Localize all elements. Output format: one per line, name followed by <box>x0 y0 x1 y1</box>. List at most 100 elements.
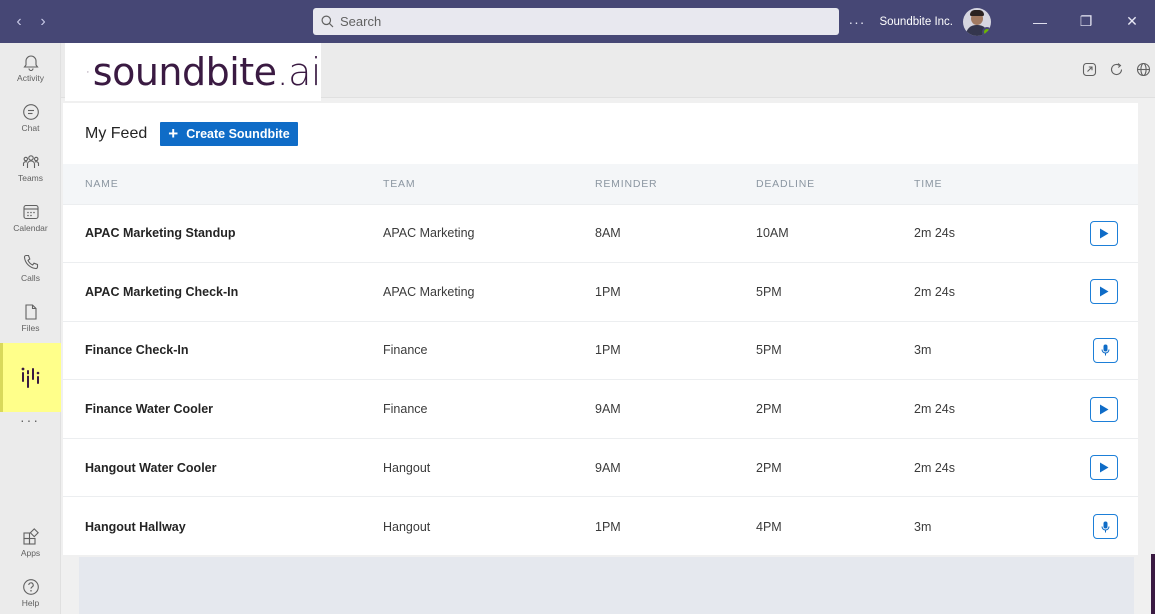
table-header-row: NAME TEAM REMINDER DEADLINE TIME <box>63 164 1138 204</box>
forward-button[interactable]: › <box>38 13 48 31</box>
rail-item-help[interactable]: Help <box>0 568 61 614</box>
play-button[interactable] <box>1090 455 1118 481</box>
soundbite-team: APAC Marketing <box>383 226 475 241</box>
soundbite-icon <box>21 367 39 388</box>
rail-label: Chat <box>21 123 40 133</box>
soundbite-deadline: 4PM <box>756 519 782 534</box>
logo-wordmark: soundbite.ai <box>93 50 322 94</box>
feed-header: My Feed + Create Soundbite <box>63 103 1138 164</box>
rail-item-teams[interactable]: Teams <box>0 143 61 193</box>
search-input[interactable]: Search <box>313 8 839 35</box>
column-header-time[interactable]: TIME <box>914 164 1090 204</box>
bell-icon <box>22 55 39 71</box>
teams-icon <box>22 155 39 168</box>
table-row[interactable]: Hangout Hallway Hangout 1PM 4PM 3m <box>63 496 1138 556</box>
rail-item-activity[interactable]: Activity <box>0 43 61 93</box>
soundbite-reminder: 1PM <box>595 519 621 534</box>
logo-text-ai: .ai <box>276 50 322 94</box>
search-placeholder: Search <box>340 14 382 29</box>
app-content: soundbite.ai My Feed + Create Soundbite … <box>61 43 1155 614</box>
soundbite-logo: soundbite.ai <box>65 43 322 101</box>
play-button[interactable] <box>1090 279 1118 305</box>
table-row[interactable]: APAC Marketing Check-In APAC Marketing 1… <box>63 262 1138 322</box>
soundbite-time: 2m 24s <box>914 226 955 241</box>
maximize-button[interactable]: ❐ <box>1063 0 1109 43</box>
file-icon <box>24 304 37 320</box>
soundbite-name[interactable]: Hangout Water Cooler <box>63 438 383 497</box>
rail-item-chat[interactable]: Chat <box>0 93 61 143</box>
apps-icon <box>22 528 39 545</box>
column-header-action <box>1090 164 1138 204</box>
feed-table: NAME TEAM REMINDER DEADLINE TIME APAC Ma… <box>63 164 1138 556</box>
soundbite-action-cell <box>1090 438 1138 497</box>
more-apps-icon[interactable]: ··· <box>0 412 60 438</box>
soundbite-reminder: 8AM <box>595 226 621 241</box>
soundbite-reminder: 9AM <box>595 402 621 417</box>
table-row[interactable]: Finance Check-In Finance 1PM 5PM 3m <box>63 321 1138 380</box>
popout-icon[interactable] <box>1082 62 1097 77</box>
soundbite-action-cell <box>1090 497 1138 556</box>
soundbite-time: 3m <box>914 519 932 534</box>
rail-item-apps[interactable]: Apps <box>0 518 61 568</box>
soundbite-time: 2m 24s <box>914 402 955 417</box>
soundbite-deadline: 10AM <box>756 226 789 241</box>
rail-item-soundbite[interactable] <box>0 343 61 412</box>
feed-panel: My Feed + Create Soundbite NAME TEAM REM… <box>63 103 1138 555</box>
globe-icon[interactable] <box>1136 62 1151 77</box>
soundbite-reminder: 1PM <box>595 284 621 299</box>
create-soundbite-button[interactable]: + Create Soundbite <box>160 121 298 146</box>
soundbite-reminder: 1PM <box>595 343 621 358</box>
back-button[interactable]: ‹ <box>14 13 24 31</box>
org-name[interactable]: Soundbite Inc. <box>879 16 953 28</box>
table-row[interactable]: APAC Marketing Standup APAC Marketing 8A… <box>63 204 1138 263</box>
phone-icon <box>23 254 38 270</box>
soundbite-deadline: 5PM <box>756 284 782 299</box>
record-button[interactable] <box>1093 514 1118 540</box>
column-header-reminder[interactable]: REMINDER <box>595 164 756 204</box>
rail-item-calendar[interactable]: Calendar <box>0 193 61 243</box>
column-header-team[interactable]: TEAM <box>383 164 595 204</box>
soundbite-time: 2m 24s <box>914 284 955 299</box>
rail-label: Apps <box>20 548 41 558</box>
soundbite-name[interactable]: Finance Water Cooler <box>63 380 383 439</box>
rail-item-files[interactable]: Files <box>0 293 61 343</box>
soundbite-team: Hangout <box>383 460 431 475</box>
play-button[interactable] <box>1090 396 1118 422</box>
microphone-icon <box>1101 521 1110 533</box>
plus-icon: + <box>168 124 179 143</box>
title-right-controls: ··· Soundbite Inc. — ❐ ✕ <box>848 0 1155 43</box>
rail-label: Files <box>21 323 40 333</box>
rail-label: Activity <box>17 73 44 83</box>
soundbite-team: Hangout <box>383 519 431 534</box>
play-button[interactable] <box>1090 220 1118 246</box>
table-row[interactable]: Hangout Water Cooler Hangout 9AM 2PM 2m … <box>63 438 1138 497</box>
close-button[interactable]: ✕ <box>1109 0 1155 43</box>
soundbite-name[interactable]: APAC Marketing Standup <box>63 204 383 263</box>
soundbite-name[interactable]: APAC Marketing Check-In <box>63 263 383 322</box>
column-header-deadline[interactable]: DEADLINE <box>756 164 914 204</box>
record-button[interactable] <box>1093 337 1118 363</box>
app-rail: Activity Chat Teams Calendar Calls Files… <box>0 43 61 614</box>
soundbite-deadline: 5PM <box>756 343 782 358</box>
rail-label: Calendar <box>13 223 48 233</box>
soundbite-deadline: 2PM <box>756 402 782 417</box>
header-actions <box>1082 62 1151 77</box>
soundbite-action-cell <box>1090 263 1138 322</box>
table-row[interactable]: Finance Water Cooler Finance 9AM 2PM 2m … <box>63 379 1138 439</box>
soundbite-name[interactable]: Finance Check-In <box>63 321 383 380</box>
play-icon <box>1100 404 1109 415</box>
refresh-icon[interactable] <box>1109 62 1124 77</box>
play-icon <box>1100 286 1109 297</box>
scrollbar-thumb[interactable] <box>1151 554 1155 614</box>
avatar[interactable] <box>963 7 991 36</box>
column-header-name[interactable]: NAME <box>63 164 383 204</box>
app-header: soundbite.ai <box>61 43 1155 101</box>
soundbite-name[interactable]: Hangout Hallway <box>63 497 383 556</box>
minimize-button[interactable]: — <box>1017 0 1063 43</box>
rail-item-calls[interactable]: Calls <box>0 243 61 293</box>
history-nav: ‹ › <box>14 13 48 31</box>
title-bar: ‹ › Search ··· Soundbite Inc. — ❐ ✕ <box>0 0 1155 43</box>
rail-label: Calls <box>21 273 40 283</box>
more-options-icon[interactable]: ··· <box>848 14 865 30</box>
play-icon <box>1100 462 1109 473</box>
